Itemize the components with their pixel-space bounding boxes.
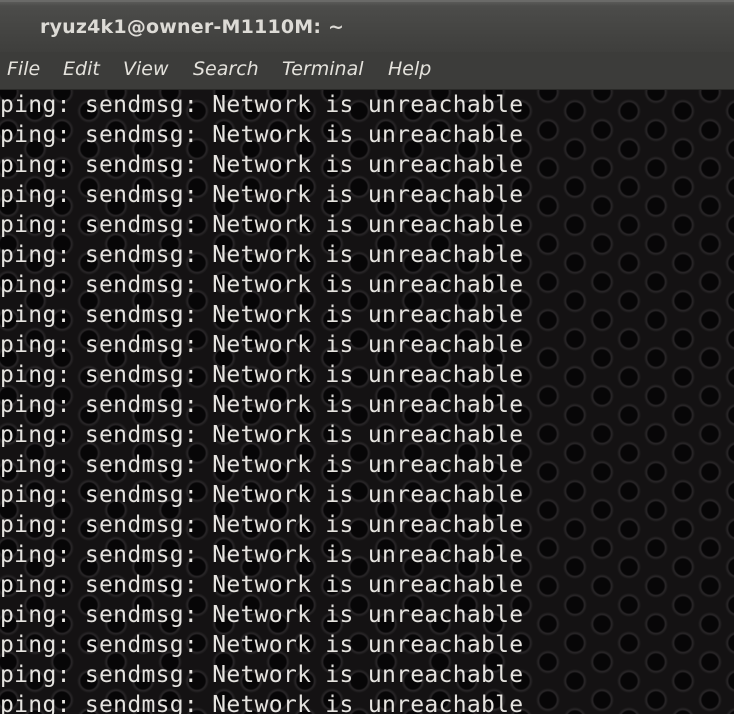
terminal-line: ping: sendmsg: Network is unreachable <box>0 242 524 268</box>
menu-file[interactable]: File <box>7 58 40 80</box>
window-title: ryuz4k1@owner-M1110M: ~ <box>40 16 345 38</box>
terminal-line: ping: sendmsg: Network is unreachable <box>0 512 524 538</box>
terminal-line: ping: sendmsg: Network is unreachable <box>0 362 524 388</box>
terminal-line: ping: sendmsg: Network is unreachable <box>0 152 524 178</box>
terminal-line: ping: sendmsg: Network is unreachable <box>0 602 524 628</box>
menu-search[interactable]: Search <box>193 58 259 80</box>
terminal-line: ping: sendmsg: Network is unreachable <box>0 632 524 658</box>
terminal-line: ping: sendmsg: Network is unreachable <box>0 572 524 598</box>
terminal-line: ping: sendmsg: Network is unreachable <box>0 302 524 328</box>
terminal-line: ping: sendmsg: Network is unreachable <box>0 392 524 418</box>
terminal-line: ping: sendmsg: Network is unreachable <box>0 212 524 238</box>
terminal-line: ping: sendmsg: Network is unreachable <box>0 482 524 508</box>
menu-view[interactable]: View <box>123 58 169 80</box>
terminal-output[interactable]: ping: sendmsg: Network is unreachable pin… <box>0 90 734 714</box>
terminal-line: ping: sendmsg: Network is unreachable <box>0 542 524 568</box>
terminal-line: ping: sendmsg: Network is unreachable <box>0 272 524 298</box>
terminal-line: ping: sendmsg: Network is unreachable <box>0 122 524 148</box>
menu-edit[interactable]: Edit <box>63 58 100 80</box>
terminal-line: ping: sendmsg: Network is unreachable <box>0 422 524 448</box>
terminal-window: ryuz4k1@owner-M1110M: ~ File Edit View S… <box>0 0 734 714</box>
menu-bar: File Edit View Search Terminal Help <box>0 52 734 90</box>
title-bar[interactable]: ryuz4k1@owner-M1110M: ~ <box>0 0 734 52</box>
terminal-line: ping: sendmsg: Network is unreachable <box>0 182 524 208</box>
menu-help[interactable]: Help <box>388 58 431 80</box>
menu-terminal[interactable]: Terminal <box>282 58 364 80</box>
terminal-line: ping: sendmsg: Network is unreachable <box>0 662 524 688</box>
terminal-line: ping: sendmsg: Network is unreachable <box>0 92 524 118</box>
terminal-line: ping: sendmsg: Network is unreachable <box>0 452 524 478</box>
terminal-line: ping: sendmsg: Network is unreachable <box>0 692 524 714</box>
terminal-line: ping: sendmsg: Network is unreachable <box>0 332 524 358</box>
